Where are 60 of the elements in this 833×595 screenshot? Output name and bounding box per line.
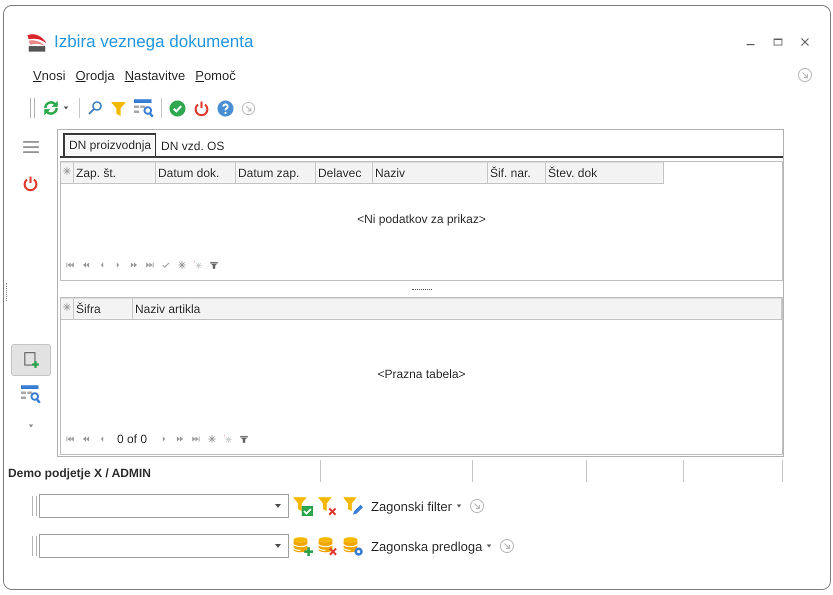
record-counter: 0 of 0 bbox=[117, 432, 148, 446]
column-header[interactable]: Datum zap. bbox=[236, 162, 316, 184]
tab[interactable]: DN proizvodnja bbox=[63, 133, 156, 156]
filter-icon[interactable] bbox=[209, 260, 219, 270]
combo-box[interactable] bbox=[39, 494, 289, 518]
grid-settings-icon[interactable] bbox=[134, 98, 154, 118]
last-record-icon[interactable] bbox=[191, 434, 202, 444]
status-text: Demo podjetje X / ADMIN bbox=[7, 465, 152, 480]
confirm-icon[interactable] bbox=[169, 100, 186, 116]
go-icon[interactable] bbox=[241, 100, 256, 116]
empty-message: <Ni podatkov za prikaz> bbox=[357, 212, 486, 226]
empty-message: <Prazna tabela> bbox=[377, 367, 466, 381]
first-record-icon[interactable] bbox=[65, 434, 75, 444]
column-header[interactable]: Datum dok. bbox=[156, 162, 236, 184]
menu-item[interactable]: Pomoč bbox=[195, 68, 236, 82]
previous-page-icon[interactable] bbox=[81, 260, 91, 270]
window-title: Izbira veznega dokumenta bbox=[54, 32, 254, 52]
asterisk-icon[interactable] bbox=[207, 434, 218, 444]
database-add-icon[interactable] bbox=[293, 536, 313, 556]
column-header[interactable]: Šifra bbox=[74, 298, 133, 320]
asterisk-icon[interactable] bbox=[193, 260, 203, 270]
checkmark-icon[interactable] bbox=[161, 260, 171, 270]
go-icon[interactable] bbox=[468, 498, 485, 514]
database-remove-icon[interactable] bbox=[318, 536, 338, 556]
next-page-icon[interactable] bbox=[175, 434, 186, 444]
grid-settings-icon[interactable] bbox=[20, 384, 40, 404]
dropdown-button[interactable]: Zagonski filter bbox=[369, 498, 469, 514]
asterisk-icon bbox=[62, 166, 72, 176]
new-document-icon bbox=[22, 351, 40, 369]
combo-box[interactable] bbox=[39, 534, 289, 558]
last-record-icon[interactable] bbox=[145, 260, 155, 270]
column-header[interactable]: Zap. št. bbox=[74, 162, 156, 184]
dropdown-button[interactable]: Zagonska predloga bbox=[369, 538, 500, 554]
tab[interactable]: DN vzd. OS bbox=[156, 135, 230, 156]
column-header[interactable]: Štev. dok bbox=[546, 162, 664, 184]
asterisk-icon bbox=[62, 302, 72, 312]
filter-icon[interactable] bbox=[239, 434, 250, 444]
column-header[interactable]: Šif. nar. bbox=[488, 162, 546, 184]
asterisk-icon[interactable] bbox=[223, 434, 234, 444]
help-icon[interactable] bbox=[217, 100, 234, 116]
menu-item[interactable]: Orodja bbox=[76, 68, 115, 82]
new-document-button[interactable] bbox=[10, 344, 50, 376]
first-record-icon[interactable] bbox=[65, 260, 75, 270]
database-settings-icon[interactable] bbox=[343, 536, 363, 556]
menu-item[interactable]: Vnosi bbox=[33, 68, 66, 82]
filter-remove-icon[interactable] bbox=[318, 496, 338, 516]
go-icon[interactable] bbox=[797, 67, 813, 83]
next-page-icon[interactable] bbox=[129, 260, 139, 270]
filter-check-icon[interactable] bbox=[293, 496, 313, 516]
column-header[interactable]: Naziv artikla bbox=[133, 298, 782, 320]
column-header[interactable]: Delavec bbox=[316, 162, 373, 184]
column-header[interactable]: Naziv bbox=[373, 162, 488, 184]
go-icon[interactable] bbox=[499, 538, 516, 554]
asterisk-icon[interactable] bbox=[177, 260, 187, 270]
power-icon[interactable] bbox=[22, 175, 39, 192]
menu-item[interactable]: Nastavitve bbox=[124, 68, 186, 82]
power-icon[interactable] bbox=[193, 100, 210, 116]
filter-edit-icon[interactable] bbox=[343, 496, 363, 516]
search-icon[interactable] bbox=[87, 100, 103, 116]
previous-page-icon[interactable] bbox=[81, 434, 91, 444]
